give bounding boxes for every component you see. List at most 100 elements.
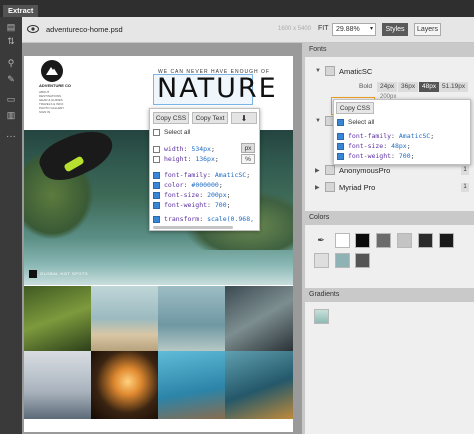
font-name[interactable]: Myriad Pro [339,183,375,192]
gradient-swatch[interactable] [314,309,329,324]
css-popup: Copy CSS Copy Text ⬇ Select all width: 5… [149,108,260,231]
unit-px-button[interactable]: px [241,143,255,153]
left-tool-strip: ▤ ⇅ ⚲ ✎ ▭ ▥ ··· [0,17,22,434]
size-tag-selected[interactable]: 48px [419,82,440,92]
font-name[interactable]: AmaticSC [339,67,372,76]
checkbox[interactable] [337,132,344,140]
prop-value: 200px [207,191,227,199]
grid-photo [24,286,91,351]
toolbar: adventureco-home.psd 1600 x 5400 FIT 29.… [22,17,474,43]
color-swatch[interactable] [355,253,370,268]
unit-percent-button[interactable]: % [241,154,255,164]
grid-photo [24,351,91,419]
prop-key: font-weight [348,152,392,160]
css-prop-row[interactable]: font-weight: 700; [153,200,231,210]
zoom-select[interactable]: 29.88% ▾ [332,23,376,36]
grid-photo [158,286,225,351]
zoom-value: 29.88% [336,26,360,33]
grid-photo [225,286,293,351]
checkbox[interactable] [153,145,160,153]
usage-count: 1 [461,183,469,192]
logo-badge [41,60,63,82]
copy-text-button[interactable]: Copy Text [192,112,228,124]
prop-key: font-size [164,191,200,199]
color-swatch[interactable] [418,233,433,248]
color-swatch[interactable] [355,233,370,248]
expand-arrow-icon[interactable]: ▼ [315,68,321,74]
css-prop-row[interactable]: font-weight: 700; [337,151,415,161]
css-prop-row[interactable]: font-size: 200px; [153,190,231,200]
nav-item[interactable]: SIGN IN [39,110,79,114]
font-icon [325,66,335,76]
prop-value: scale(0.968, [207,215,255,223]
prop-value: AmaticSC [398,132,431,140]
nav-list: ABOUT DESTINATIONS GEAR & GUIDES TRAVELS… [39,90,79,114]
more-icon[interactable]: ··· [4,131,18,143]
horizontal-scrollbar[interactable] [153,226,233,229]
checkbox[interactable] [153,201,160,209]
checkbox[interactable] [153,171,160,179]
color-swatch[interactable] [335,233,350,248]
prop-value: #000000 [191,181,219,189]
prop-key: font-weight [164,201,208,209]
grid-photo [91,351,158,419]
color-swatch[interactable] [397,233,412,248]
styles-panel: Fonts ▼ AmaticSC Bold 24px 36px 48px 51.… [305,43,474,434]
font-icon [325,182,335,192]
checkbox[interactable] [153,128,160,136]
checkbox[interactable] [153,181,160,189]
copy-css-button[interactable]: Copy CSS [153,112,189,124]
color-swatch[interactable] [439,233,454,248]
fit-label[interactable]: FIT [318,25,329,32]
select-all-label: Select all [164,129,191,136]
size-tag[interactable]: 51.19px [439,82,469,92]
checkbox[interactable] [337,142,344,150]
fonts-header: Fonts [305,43,474,57]
css-prop-row[interactable]: transform: scale(0.968, [153,214,254,224]
css-prop-row[interactable]: font-family: AmaticSC; [337,131,434,141]
checkbox[interactable] [153,191,160,199]
size-tag[interactable]: 36px [398,82,419,92]
tab-extract[interactable]: Extract [3,5,39,17]
download-icon[interactable]: ⬇ [231,112,257,124]
adjust-icon[interactable]: ⇅ [4,35,18,47]
document-dimensions: 1600 x 5400 [278,26,312,32]
assets-icon[interactable]: ▤ [4,21,18,33]
css-prop-row[interactable]: color: #000000; [153,180,223,190]
expand-arrow-icon[interactable]: ▼ [315,118,321,124]
expand-arrow-icon[interactable]: ▶ [315,184,320,191]
css-prop-row[interactable]: font-family: AmaticSC; [153,170,250,180]
css-prop-row[interactable]: font-size: 48px; [337,141,411,151]
size-tag[interactable]: 24px [377,82,398,92]
checkbox[interactable] [153,155,160,163]
checkbox[interactable] [337,152,344,160]
styles-button[interactable]: Styles [382,23,408,36]
expand-arrow-icon[interactable]: ▶ [315,167,320,174]
grid-photo [158,351,225,419]
prop-key: color [164,181,184,189]
checkbox[interactable] [153,215,160,223]
section-label: GLOBAL HOT SPOTS [40,271,89,276]
color-swatch[interactable] [335,253,350,268]
eye-icon[interactable] [27,23,39,35]
select-all-row[interactable]: Select all [153,128,190,138]
filter-icon[interactable]: ⚲ [4,57,18,69]
prop-value: 48px [391,142,407,150]
eyedropper-icon[interactable]: ✒ [314,233,328,247]
color-swatch[interactable] [376,233,391,248]
checkbox[interactable] [337,118,344,126]
select-all-row[interactable]: Select all [337,118,374,128]
css-prop-row[interactable]: width: 534px; [153,144,215,154]
comments-icon[interactable]: ▭ [4,93,18,105]
color-swatch[interactable] [314,253,329,268]
brush-icon[interactable]: ✎ [4,73,18,85]
copy-css-button[interactable]: Copy CSS [336,102,374,114]
hero-title[interactable]: NATURE [157,73,278,104]
file-name: adventureco-home.psd [46,25,123,34]
colors-header: Colors [305,211,474,225]
library-icon[interactable]: ▥ [4,109,18,121]
layers-button[interactable]: Layers [414,23,441,36]
font-name[interactable]: AnonymousPro [339,166,390,175]
prop-key: font-family [164,171,208,179]
css-prop-row[interactable]: height: 136px; [153,154,219,164]
